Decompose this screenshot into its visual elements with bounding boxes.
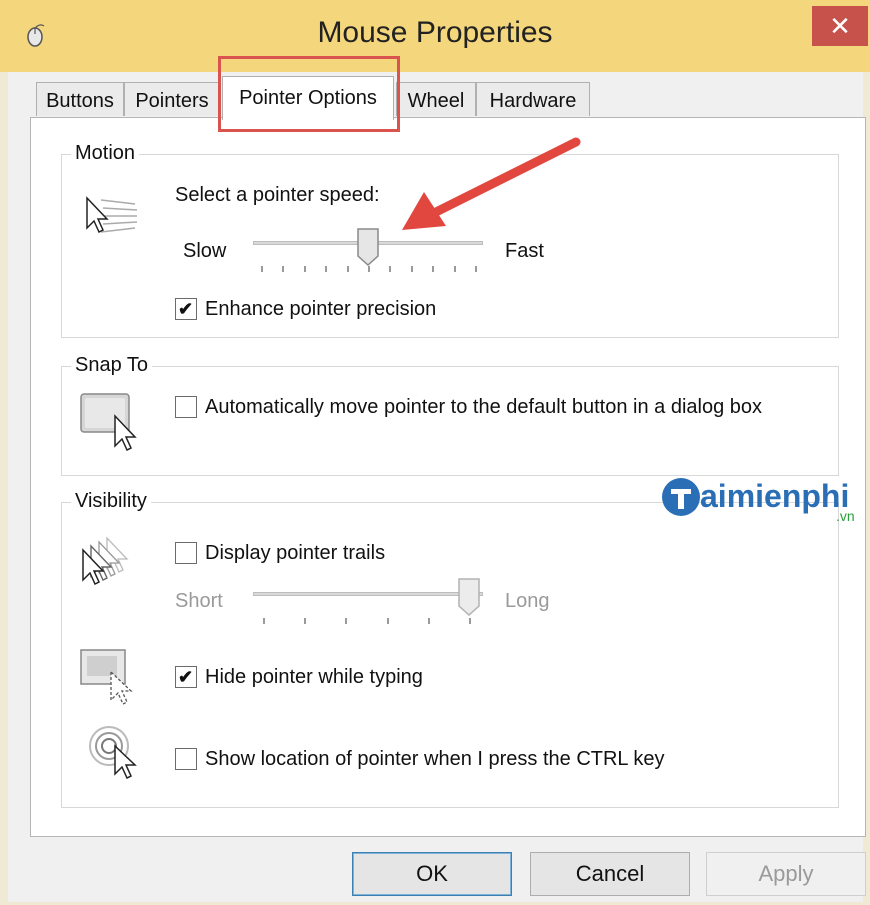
slider-tick bbox=[347, 266, 349, 272]
slider-tick bbox=[469, 618, 471, 624]
show-location-icon bbox=[89, 726, 137, 780]
hide-pointer-checkbox[interactable]: ✔ bbox=[175, 666, 197, 688]
ok-button[interactable]: OK bbox=[352, 852, 512, 896]
watermark-logo: aimienphi .vn bbox=[660, 476, 870, 524]
slider-tick bbox=[428, 618, 430, 624]
enhance-precision-checkbox[interactable]: ✔ bbox=[175, 298, 197, 320]
annotation-arrow-icon bbox=[402, 137, 581, 230]
close-button[interactable]: ✕ bbox=[812, 6, 868, 46]
hide-pointer-icon bbox=[80, 649, 133, 705]
slider-tick bbox=[387, 618, 389, 624]
slider-tick bbox=[345, 618, 347, 624]
hide-pointer-label: Hide pointer while typing bbox=[205, 666, 423, 688]
enhance-precision-label: Enhance pointer precision bbox=[205, 298, 437, 320]
taimienphi-logo-icon bbox=[662, 478, 700, 516]
apply-button[interactable]: Apply bbox=[706, 852, 866, 896]
slider-tick bbox=[389, 266, 391, 272]
tab-buttons[interactable]: Buttons bbox=[36, 82, 124, 116]
slider-tick bbox=[454, 266, 456, 272]
pointer-trails-icon bbox=[82, 536, 129, 586]
pointer-trails-track[interactable] bbox=[253, 592, 483, 596]
pointer-trails-label: Display pointer trails bbox=[205, 542, 386, 564]
slow-label: Slow bbox=[183, 240, 227, 262]
snap-to-group bbox=[61, 366, 839, 476]
pointer-speed-slider-thumb[interactable] bbox=[356, 228, 380, 266]
tab-wheel[interactable]: Wheel bbox=[396, 82, 476, 116]
fast-label: Fast bbox=[505, 240, 544, 262]
title-bar[interactable]: Mouse Properties ✕ bbox=[0, 0, 870, 72]
watermark-brand: aimienphi bbox=[700, 478, 850, 514]
checkmark-icon: ✔ bbox=[178, 667, 194, 687]
snap-to-label: Automatically move pointer to the defaul… bbox=[205, 396, 763, 418]
snap-to-checkbox[interactable]: ✔ bbox=[175, 396, 197, 418]
tab-pointers[interactable]: Pointers bbox=[124, 82, 220, 116]
pointer-trails-slider-thumb[interactable] bbox=[457, 578, 481, 616]
slider-tick bbox=[282, 266, 284, 272]
pointer-speed-ticks bbox=[261, 266, 477, 274]
slider-tick bbox=[325, 266, 327, 272]
show-location-label: Show location of pointer when I press th… bbox=[205, 748, 665, 770]
cancel-button[interactable]: Cancel bbox=[530, 852, 690, 896]
pointer-speed-label: Select a pointer speed: bbox=[175, 184, 380, 206]
slider-tick bbox=[432, 266, 434, 272]
tab-hardware[interactable]: Hardware bbox=[476, 82, 590, 116]
slider-tick bbox=[368, 266, 370, 272]
short-label: Short bbox=[175, 590, 223, 612]
slider-tick bbox=[304, 618, 306, 624]
snap-to-group-label: Snap To bbox=[71, 354, 153, 377]
checkmark-icon: ✔ bbox=[178, 299, 194, 319]
snap-to-default-button-icon bbox=[80, 393, 137, 452]
window-title: Mouse Properties bbox=[317, 16, 553, 49]
pointer-trails-checkbox[interactable]: ✔ bbox=[175, 542, 197, 564]
tab-pointer-options[interactable]: Pointer Options bbox=[222, 76, 394, 120]
slider-tick bbox=[263, 618, 265, 624]
slider-tick bbox=[261, 266, 263, 272]
slider-tick bbox=[475, 266, 477, 272]
slider-tick bbox=[304, 266, 306, 272]
show-location-checkbox[interactable]: ✔ bbox=[175, 748, 197, 770]
motion-group-label: Motion bbox=[71, 142, 140, 165]
visibility-group-label: Visibility bbox=[71, 490, 151, 513]
watermark-domain: .vn bbox=[836, 508, 855, 524]
long-label: Long bbox=[505, 590, 550, 612]
pointer-trails-ticks bbox=[263, 618, 471, 626]
mouse-properties-window: Mouse Properties ✕ Buttons Pointers Poin… bbox=[0, 0, 870, 905]
slider-tick bbox=[411, 266, 413, 272]
pointer-speed-icon bbox=[86, 196, 138, 234]
